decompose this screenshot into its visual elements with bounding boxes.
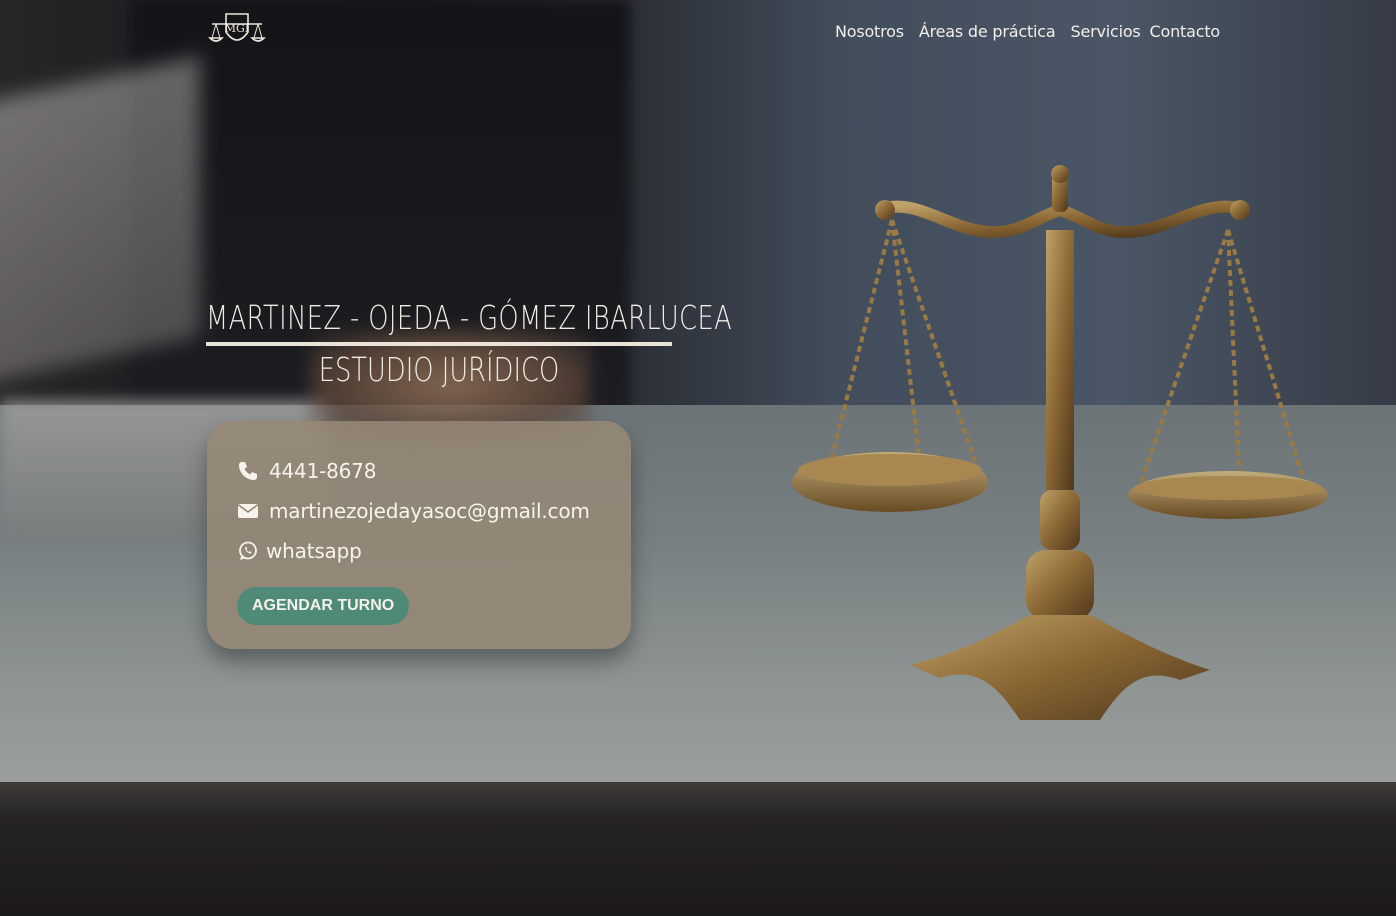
nav-link-contacto[interactable]: Contacto	[1150, 22, 1221, 41]
nav-link-servicios[interactable]: Servicios	[1070, 22, 1140, 41]
email-address: martinezojedayasoc@gmail.com	[269, 499, 590, 523]
whatsapp-icon	[237, 540, 259, 562]
title-divider	[206, 342, 672, 346]
nav-link-nosotros[interactable]: Nosotros	[835, 22, 904, 41]
nav-link-areas-de-practica[interactable]: Áreas de práctica	[919, 22, 1056, 41]
logo[interactable]: MGI	[206, 10, 268, 50]
firm-subtitle: Estudio Jurídico	[318, 350, 560, 389]
main-nav: Nosotros Áreas de práctica Servicios Con…	[800, 20, 1220, 42]
envelope-icon	[237, 500, 259, 522]
firm-name: Martinez - Ojeda - Gómez Ibarlucea	[206, 298, 733, 337]
scales-logo-icon: MGI	[208, 13, 266, 42]
logo-monogram: MGI	[225, 22, 249, 35]
contact-whatsapp-row[interactable]: whatsapp	[237, 531, 631, 571]
phone-icon	[237, 460, 259, 482]
phone-number: 4441-8678	[269, 459, 377, 483]
hero-title-block: Martinez - Ojeda - Gómez Ibarlucea Estud…	[206, 298, 733, 392]
contact-card: 4441-8678 martinezojedayasoc@gmail.com w…	[207, 421, 631, 649]
whatsapp-link: whatsapp	[266, 539, 362, 563]
contact-phone-row[interactable]: 4441-8678	[237, 451, 631, 491]
agendar-turno-button[interactable]: AGENDAR TURNO	[237, 587, 410, 625]
contact-email-row[interactable]: martinezojedayasoc@gmail.com	[237, 491, 631, 531]
